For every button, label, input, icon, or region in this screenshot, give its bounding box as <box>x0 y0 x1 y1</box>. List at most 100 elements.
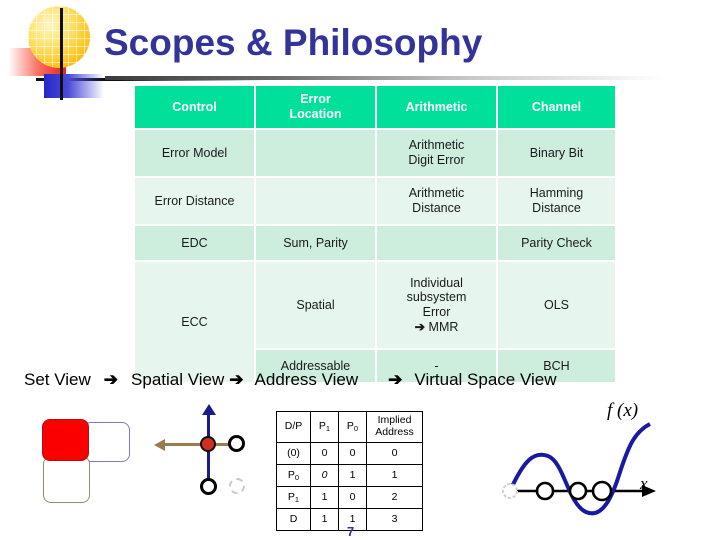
cell-line1: Arithmetic <box>408 138 465 153</box>
cell-line2: Distance <box>532 201 581 215</box>
mini-cell-dp-sub: 0 <box>294 472 300 482</box>
cell-line3: Error <box>422 305 451 319</box>
mini-cell-dp-text: P <box>287 490 295 503</box>
cell-arithmetic-digit-error: Arithmetic Digit Error <box>377 130 496 176</box>
spatial-left-arrowhead-icon <box>154 439 165 451</box>
spatial-up-arrowhead-icon <box>202 404 216 415</box>
cell-error-location-spatial: Spatial <box>256 262 375 348</box>
logo-sphere-icon <box>28 6 90 68</box>
mini-cell-dp-text: (0) <box>287 446 300 459</box>
table-row: Error Model Arithmetic Digit Error Binar… <box>135 130 615 176</box>
flow-step-virtual-space-view: Virtual Space View <box>414 370 557 389</box>
cell-line1: Arithmetic <box>408 186 465 201</box>
mini-cell-p0: 0 <box>338 442 367 465</box>
column-header-arithmetic: Arithmetic <box>377 86 496 128</box>
mini-cell-dp-text: D <box>289 512 298 525</box>
slide-logo <box>6 2 266 102</box>
fgraph-root-3 <box>591 480 613 502</box>
cell-arithmetic-empty-edc <box>377 226 496 260</box>
mini-header-p0-text: P <box>346 420 354 433</box>
flow-arrow-1-icon: ➔ <box>103 370 119 389</box>
mini-table-row: (0) 0 0 0 <box>276 442 423 465</box>
cell-line2: subsystem <box>406 290 467 305</box>
cell-line1: Individual <box>410 275 463 290</box>
cell-error-location-empty-2 <box>256 178 375 224</box>
cell-channel-parity-check: Parity Check <box>498 226 615 260</box>
mini-header-implied-address: Implied Address <box>366 411 423 443</box>
implied-address-table: D/P P1 P0 Implied Address (0) 0 0 0 P0 0… <box>276 411 423 531</box>
set-view-block-selected <box>42 419 89 461</box>
mini-cell-p0: 1 <box>338 464 367 487</box>
cell-channel-binary-bit: Binary Bit <box>498 130 615 176</box>
mini-header-p1-text: P <box>318 420 326 433</box>
flow-arrow-3-icon: ➔ <box>388 370 403 389</box>
cell-line1: Hamming <box>529 186 584 201</box>
header-error-line2: Location <box>289 107 342 121</box>
cell-error-location-sum-parity: Sum, Parity <box>256 226 375 260</box>
flow-step-spatial-view: Spatial View <box>131 370 225 389</box>
view-flow-line: Set View ➔ Spatial View ➔ Address View ➔ Virtu… <box>24 370 696 390</box>
flow-step-set-view: Set View <box>24 370 91 389</box>
mini-cell-p1: 0 <box>310 442 339 465</box>
fgraph-fx-label: f (x) <box>607 400 639 421</box>
fgraph-x-label: x <box>640 474 648 493</box>
fgraph-root-2 <box>568 481 588 501</box>
header-error-line1: Error <box>300 92 331 107</box>
fgraph-root-1 <box>535 481 555 501</box>
spatial-node-center <box>200 436 216 452</box>
mini-table-row: P0 0 1 1 <box>276 464 423 487</box>
mini-cell-implied: 3 <box>366 508 423 531</box>
title-divider <box>105 76 665 80</box>
mini-cell-dp: P1 <box>276 486 311 509</box>
cell-line2: Distance <box>412 201 461 215</box>
mini-cell-dp-sub: 1 <box>294 494 300 504</box>
flow-step-address-view: Address View <box>254 370 359 389</box>
mini-cell-dp: D <box>276 508 311 531</box>
mini-cell-implied: 0 <box>366 442 423 465</box>
mini-cell-dp-text: P <box>287 468 295 481</box>
spatial-view-diagram <box>140 404 260 514</box>
column-header-channel: Channel <box>498 86 615 128</box>
column-header-error-location: Error Location <box>256 86 375 128</box>
table-row: ECC Spatial Individual subsystem Error ➔… <box>135 262 615 382</box>
mini-header-p0-sub: 0 <box>353 424 359 434</box>
mini-header-p1: P1 <box>310 411 339 443</box>
mini-header-p1-sub: 1 <box>325 424 331 434</box>
column-header-control: Control <box>135 86 254 128</box>
scopes-philosophy-table: Control Error Location Arithmetic Channe… <box>133 84 617 384</box>
mini-table-row: P1 1 0 2 <box>276 486 423 509</box>
spatial-node-bottom <box>200 478 217 495</box>
cell-control-error-model: Error Model <box>135 130 254 176</box>
mini-header-dp: D/P <box>276 411 311 443</box>
spatial-node-ghost <box>229 478 245 494</box>
cell-arithmetic-distance: Arithmetic Distance <box>377 178 496 224</box>
mini-table-header-row: D/P P1 P0 Implied Address <box>276 411 423 443</box>
flow-arrow-2-icon: ➔ <box>229 370 244 389</box>
cell-error-location-empty-1 <box>256 130 375 176</box>
logo-vertical-axis-icon <box>60 8 63 100</box>
cell-arithmetic-individual-subsystem-error: Individual subsystem Error ➔ MMR <box>377 262 496 348</box>
mini-cell-implied: 2 <box>366 486 423 509</box>
mmr-arrow-icon: ➔ <box>414 319 426 334</box>
mini-header-implied-line2: Address <box>375 426 414 438</box>
virtual-space-view-diagram <box>490 400 720 540</box>
mini-cell-implied: 1 <box>366 464 423 487</box>
mini-cell-dp: (0) <box>276 442 311 465</box>
cell-control-error-distance: Error Distance <box>135 178 254 224</box>
spatial-node-right <box>228 435 245 452</box>
mini-cell-dp: P0 <box>276 464 311 487</box>
page-number: 7 <box>347 524 355 539</box>
table-row: EDC Sum, Parity Parity Check <box>135 226 615 260</box>
cell-control-ecc: ECC <box>135 262 254 382</box>
cell-line4: MMR <box>428 319 459 334</box>
set-view-diagram <box>40 414 140 509</box>
mini-cell-p1: 0 <box>310 464 339 487</box>
set-view-block-top-right <box>83 422 130 462</box>
spatial-horizontal-axis-icon <box>164 443 230 446</box>
table-header-row: Control Error Location Arithmetic Channe… <box>135 86 615 128</box>
cell-channel-hamming-distance: Hamming Distance <box>498 178 615 224</box>
mini-cell-p1: 1 <box>310 486 339 509</box>
mini-header-p0: P0 <box>338 411 367 443</box>
cell-control-edc: EDC <box>135 226 254 260</box>
mini-cell-p1: 1 <box>310 508 339 531</box>
